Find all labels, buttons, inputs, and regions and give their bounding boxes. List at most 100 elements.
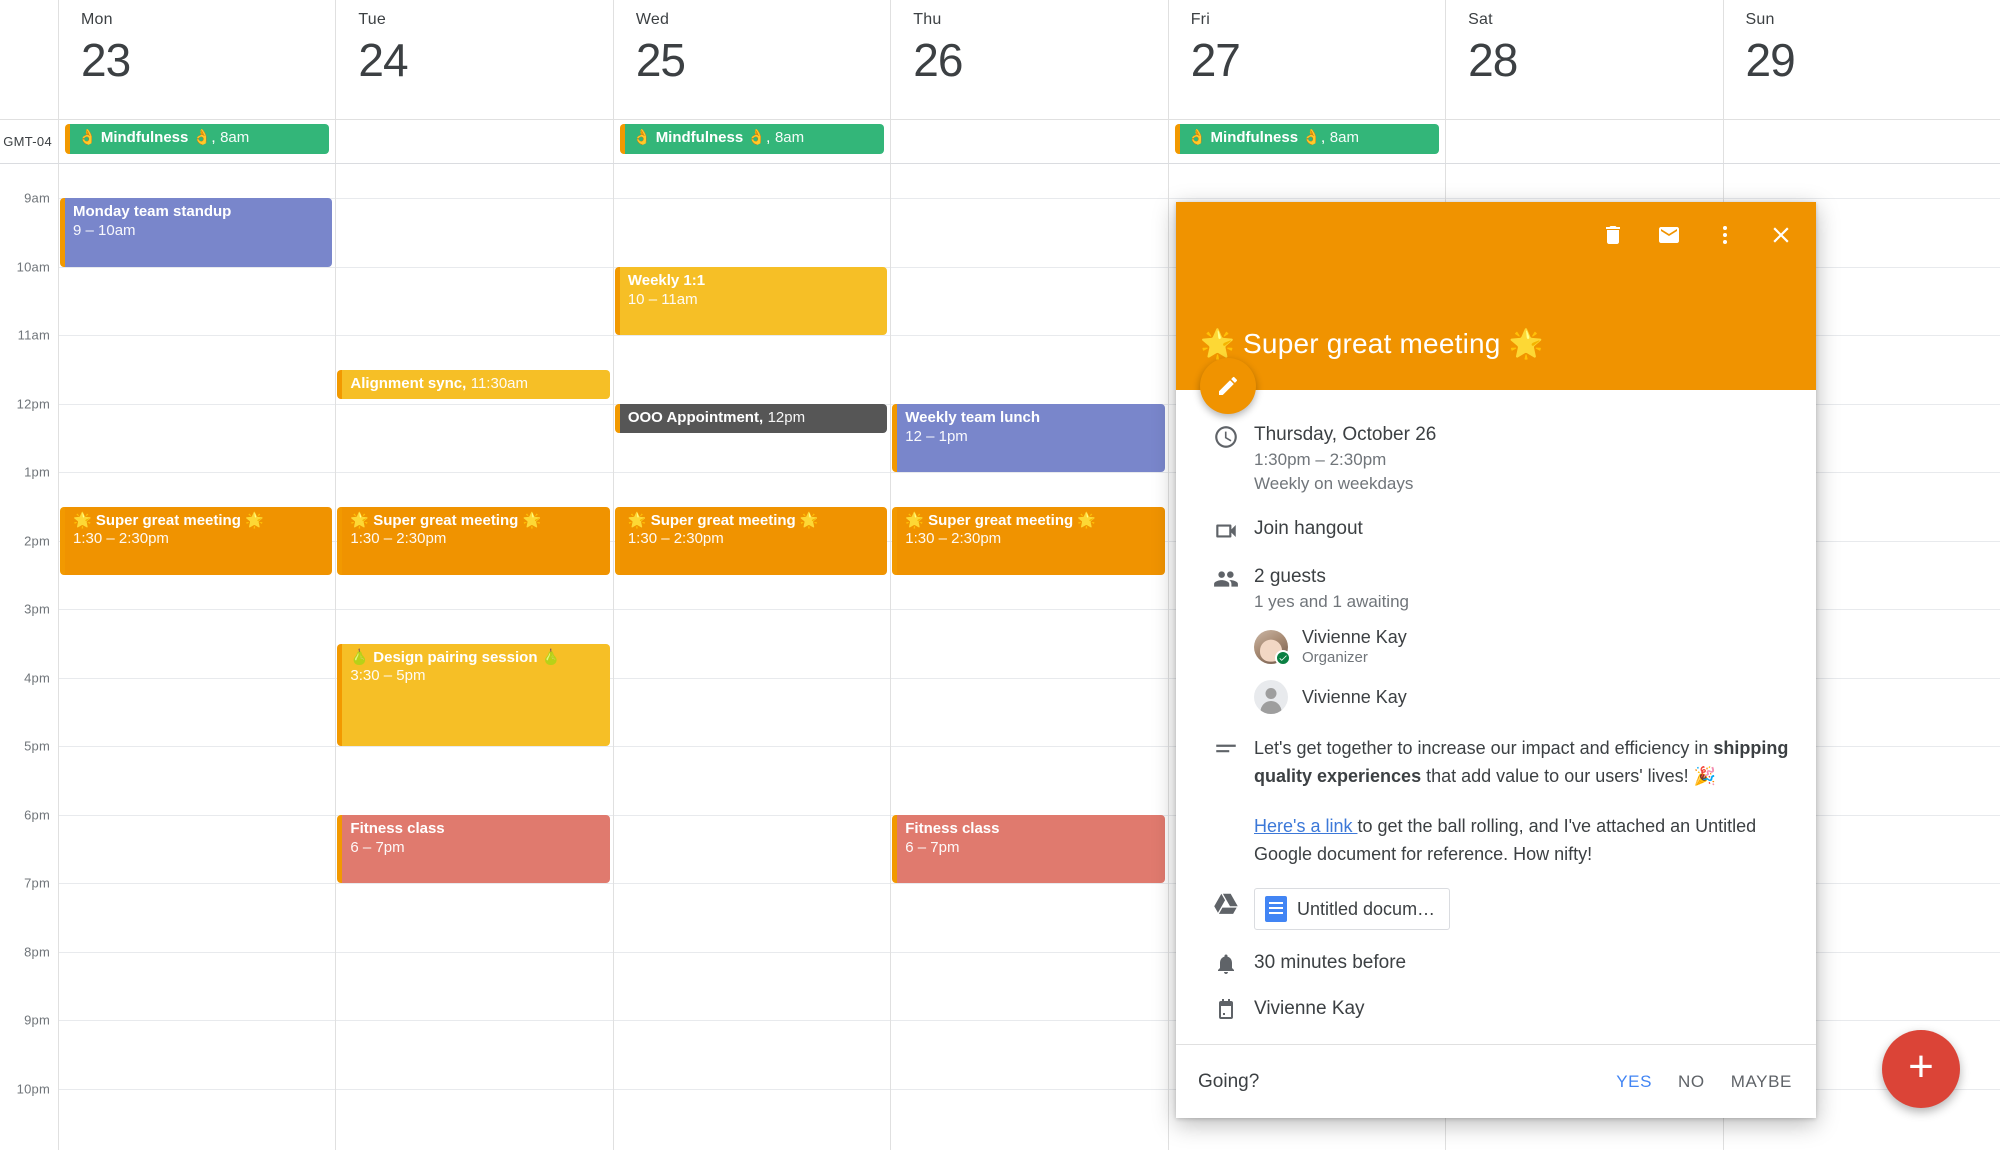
day-header-mon[interactable]: Mon 23 (58, 0, 335, 119)
day-column-thu[interactable]: Weekly team lunch 12 – 1pm 🌟 Super great m… (890, 164, 1168, 1150)
calendar-event[interactable]: 🌟 Super great meeting 🌟 1:30 – 2:30pm (614, 506, 888, 575)
google-drive-icon (1198, 888, 1254, 916)
hour-gridline (891, 609, 1168, 611)
guest-count: 2 guests (1254, 566, 1326, 587)
email-guests-button[interactable] (1652, 218, 1686, 252)
day-column-wed[interactable]: Weekly 1:1 10 – 11am OOO Appointment, 12pm… (612, 164, 891, 1150)
calendar-event[interactable]: Monday team standup 9 – 10am (60, 198, 333, 267)
popup-header: 🌟 Super great meeting 🌟 (1176, 202, 1816, 414)
day-header-wed[interactable]: Wed 25 (612, 0, 890, 119)
time-gutter: 9am 10am 11am 12pm 1pm 2pm 3pm 4pm 5pm 6pm 7pm 8pm 9… (0, 164, 58, 1150)
time-label: 10pm (16, 1081, 50, 1097)
event-title: 🌟 Super great meeting 🌟 (73, 511, 264, 529)
hour-gridline (891, 335, 1168, 337)
calendar-event[interactable]: Weekly 1:1 10 – 11am (614, 266, 888, 336)
calendar-event[interactable]: 🌟 Super great meeting 🌟 1:30 – 2:30pm (337, 506, 610, 575)
event-title: Alignment sync, (350, 374, 467, 392)
attachment-chip[interactable]: Untitled docum… (1254, 888, 1451, 930)
guest-list-item[interactable]: Vivienne Kay Organizer (1254, 626, 1794, 668)
description-text-a: Let's get together to increase our impac… (1254, 738, 1714, 758)
event-hangout-row[interactable]: Join hangout (1198, 516, 1794, 544)
rsvp-yes-button[interactable]: YES (1616, 1072, 1652, 1092)
event-time: 3:30 – 5pm (350, 667, 426, 685)
join-hangout-link[interactable]: Join hangout (1254, 516, 1794, 542)
calendar-event[interactable]: Fitness class 6 – 7pm (337, 814, 610, 884)
event-time: 8am (220, 129, 250, 146)
all-day-cell-wed[interactable]: 👌 Mindfulness 👌, 8am (612, 120, 890, 163)
all-day-cell-tue[interactable] (335, 120, 612, 163)
hour-gridline (59, 1020, 336, 1022)
hour-gridline (891, 472, 1168, 474)
day-header-sun[interactable]: Sun 29 (1722, 0, 2000, 119)
calendar-event[interactable]: Weekly team lunch 12 – 1pm (892, 403, 1165, 473)
event-time: 8am (774, 129, 805, 146)
hour-gridline (59, 814, 336, 816)
day-name-label: Sat (1468, 11, 1493, 28)
edit-event-button[interactable] (1200, 358, 1256, 414)
calendar-event[interactable]: Fitness class 6 – 7pm (892, 814, 1165, 884)
day-name-label: Sun (1745, 11, 1775, 28)
time-label: 5pm (24, 738, 50, 754)
hour-gridline (891, 677, 1168, 679)
more-options-button[interactable] (1708, 218, 1742, 252)
delete-event-button[interactable] (1596, 218, 1630, 252)
kebab-menu-icon (1723, 226, 1727, 244)
hour-gridline (336, 198, 613, 200)
day-column-tue[interactable]: Alignment sync, 11:30am 🌟 Super great mee… (335, 164, 613, 1150)
event-description-row: Let's get together to increase our impac… (1198, 734, 1794, 868)
calendar-event[interactable]: 🌟 Super great meeting 🌟 1:30 – 2:30pm (892, 506, 1165, 575)
trash-icon (1606, 226, 1620, 244)
create-event-fab[interactable]: + (1882, 1030, 1960, 1108)
day-column-mon[interactable]: Monday team standup 9 – 10am 🌟 Super great… (58, 164, 336, 1150)
event-time: 9 – 10am (73, 222, 136, 239)
event-title: 👌 Mindfulness 👌 (1187, 129, 1321, 146)
hour-gridline (613, 335, 891, 337)
guest-name: Vivienne Kay (1302, 687, 1407, 707)
rsvp-maybe-button[interactable]: MAYBE (1731, 1072, 1792, 1092)
time-label: 12pm (16, 396, 50, 412)
event-title: 👌 Mindfulness 👌 (632, 129, 767, 146)
day-number-label: 27 (1190, 34, 1241, 86)
all-day-event[interactable]: 👌 Mindfulness 👌, 8am (65, 124, 330, 154)
rsvp-accepted-badge (1275, 650, 1291, 666)
all-day-cell-thu[interactable] (890, 120, 1167, 163)
hour-gridline (613, 198, 891, 200)
hour-gridline (613, 609, 891, 611)
calendar-event[interactable]: 🍐 Design pairing session 🍐 3:30 – 5pm (337, 643, 610, 747)
time-label: 9am (24, 190, 50, 206)
day-header-tue[interactable]: Tue 24 (335, 0, 612, 119)
all-day-cell-mon[interactable]: 👌 Mindfulness 👌, 8am (58, 120, 335, 163)
event-reminder-row: 30 minutes before (1198, 950, 1794, 976)
calendar-event[interactable]: Alignment sync, 11:30am (337, 369, 610, 399)
calendar-event[interactable]: 🌟 Super great meeting 🌟 1:30 – 2:30pm (60, 506, 333, 575)
popup-event-title: 🌟 Super great meeting 🌟 (1200, 328, 1544, 359)
all-day-cell-sat[interactable] (1445, 120, 1722, 163)
video-camera-icon (1198, 516, 1254, 544)
day-header-fri[interactable]: Fri 27 (1167, 0, 1445, 119)
hour-gridline (891, 746, 1168, 748)
rsvp-no-button[interactable]: NO (1678, 1072, 1705, 1092)
all-day-cell-sun[interactable] (1722, 120, 2000, 163)
guest-status: 1 yes and 1 awaiting (1254, 592, 1409, 611)
description-paragraph-1: Let's get together to increase our impac… (1254, 734, 1794, 790)
day-header-thu[interactable]: Thu 26 (890, 0, 1167, 119)
hour-gridline (59, 677, 336, 679)
hour-gridline (336, 403, 613, 405)
event-time: 6 – 7pm (350, 838, 405, 856)
description-link[interactable]: Here's a link (1254, 816, 1357, 836)
event-time: 8am (1329, 129, 1359, 146)
calendar-event[interactable]: OOO Appointment, 12pm (614, 403, 888, 434)
hour-gridline (613, 951, 891, 953)
day-name-label: Fri (1190, 11, 1210, 28)
guest-list-item[interactable]: Vivienne Kay (1254, 680, 1794, 714)
clock-icon (1198, 422, 1254, 450)
day-number-label: 25 (635, 34, 686, 86)
event-calendar-row: Vivienne Kay (1198, 996, 1794, 1022)
hour-gridline (613, 1088, 891, 1090)
day-number-label: 23 (81, 34, 131, 86)
all-day-event[interactable]: 👌 Mindfulness 👌, 8am (1174, 124, 1440, 154)
close-popup-button[interactable] (1764, 218, 1798, 252)
all-day-event[interactable]: 👌 Mindfulness 👌, 8am (619, 124, 885, 154)
all-day-cell-fri[interactable]: 👌 Mindfulness 👌, 8am (1167, 120, 1445, 163)
day-header-sat[interactable]: Sat 28 (1445, 0, 1722, 119)
